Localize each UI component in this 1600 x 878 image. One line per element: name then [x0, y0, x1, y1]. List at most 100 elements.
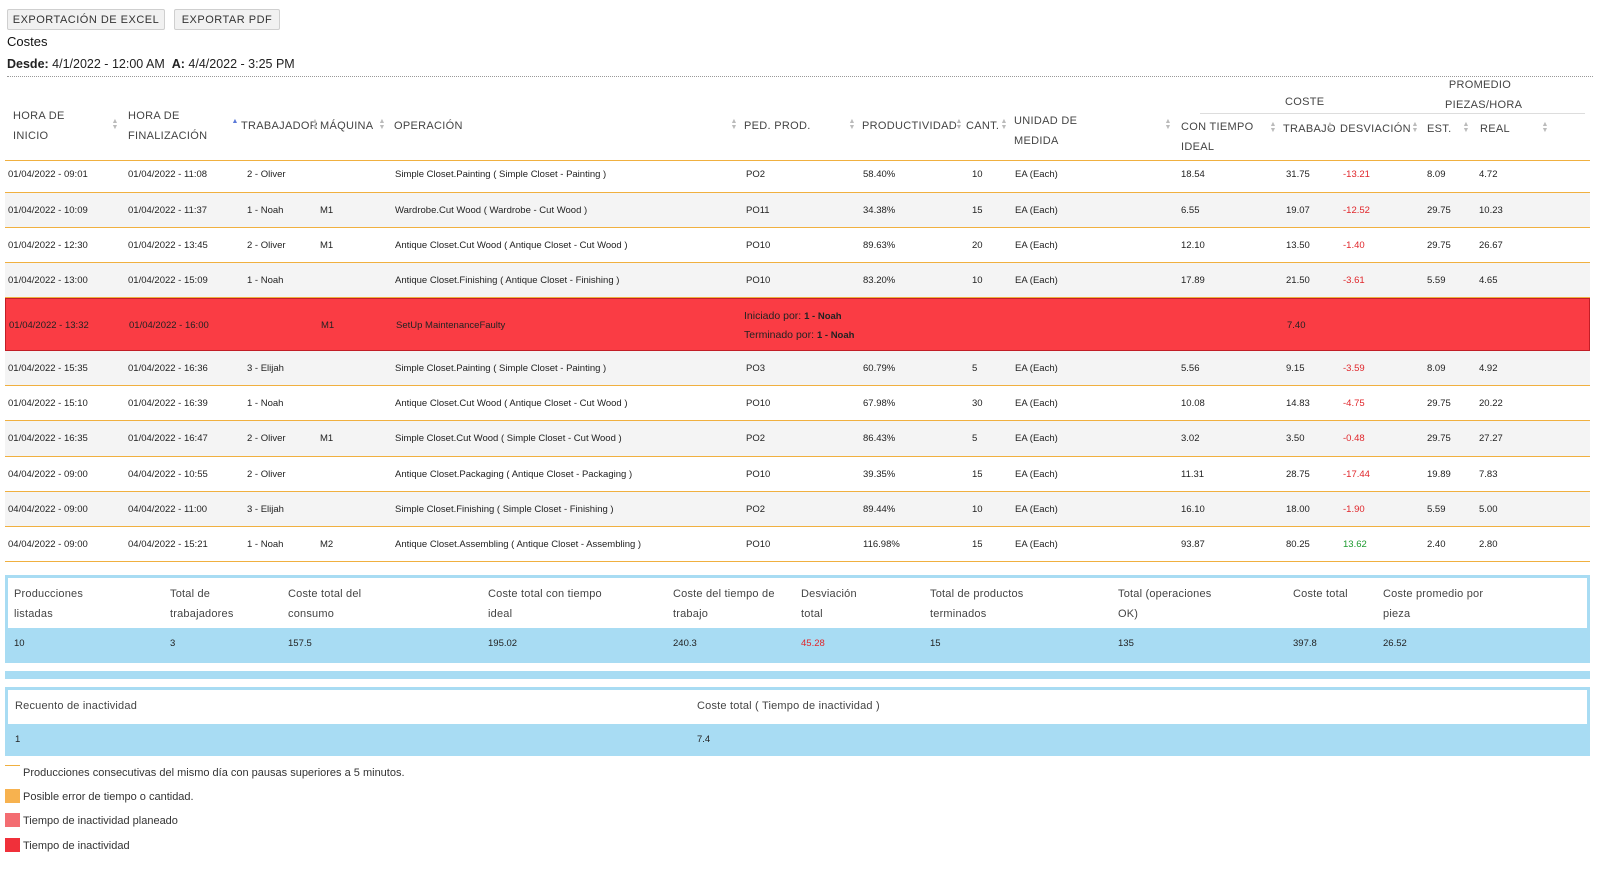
idle-values-band — [8, 724, 1587, 753]
col-est[interactable]: EST. — [1427, 119, 1451, 139]
sort-icon[interactable]: ▲▼ — [231, 118, 239, 131]
cell-operation: Antique Closet.Cut Wood ( Antique Closet… — [395, 398, 628, 409]
sort-icon[interactable]: ▲▼ — [1000, 118, 1008, 131]
summary-header-line-1: Coste total — [1293, 588, 1348, 600]
sort-icon[interactable]: ▲▼ — [955, 118, 963, 131]
summary-header: Total de trabajadores — [170, 584, 234, 624]
cell-start: 01/04/2022 - 16:35 — [8, 433, 88, 444]
col-ideal-label-1: CON TIEMPO — [1181, 121, 1254, 133]
table-row: 01/04/2022 - 13:00 01/04/2022 - 15:09 1 - … — [5, 263, 1590, 298]
cell-order: PO10 — [746, 240, 771, 251]
col-machine[interactable]: MÁQUINA — [320, 116, 373, 136]
cell-qty: 5 — [972, 433, 978, 444]
cell-end: 04/04/2022 - 11:00 — [128, 504, 208, 515]
cell-est: 29.75 — [1427, 240, 1451, 251]
sort-icon[interactable]: ▲▼ — [848, 118, 856, 131]
table-row: 04/04/2022 - 09:00 04/04/2022 - 10:55 2 - … — [5, 457, 1590, 492]
cell-worker: 3 - Elijah — [247, 504, 284, 515]
cell-end: 01/04/2022 - 11:08 — [128, 169, 208, 180]
sort-icon[interactable]: ▲▼ — [311, 118, 319, 131]
cell-end: 01/04/2022 - 13:45 — [128, 240, 208, 251]
cell-deviation: -3.61 — [1343, 275, 1365, 286]
cell-worker: 3 - Elijah — [247, 363, 284, 374]
col-productivity[interactable]: PRODUCTIVIDAD — [862, 116, 957, 136]
finished-by-label: Terminado por: — [744, 329, 815, 341]
cell-work: 80.25 — [1286, 539, 1310, 550]
sort-icon[interactable]: ▲▼ — [378, 118, 386, 131]
cell-ideal: 6.55 — [1181, 205, 1200, 216]
legend-item: Posible error de tiempo o cantidad. — [5, 789, 605, 805]
cell-operation: Simple Closet.Finishing ( Simple Closet … — [395, 504, 614, 515]
date-range: Desde: 4/1/2022 - 12:00 AM A: 4/4/2022 -… — [7, 57, 295, 71]
cell-ideal: 16.10 — [1181, 504, 1205, 515]
col-end[interactable]: HORA DE FINALIZACIÓN — [128, 106, 207, 146]
cell-order: PO2 — [746, 504, 766, 515]
summary-header-line-2: listadas — [14, 608, 53, 620]
col-start-label-2: INICIO — [13, 130, 49, 142]
cell-qty: 5 — [972, 363, 978, 374]
legend-label: Tiempo de inactividad — [23, 840, 130, 852]
export-pdf-button[interactable]: EXPORTAR PDF — [174, 9, 280, 30]
cell-est: 19.89 — [1427, 469, 1451, 480]
sort-icon[interactable]: ▲▼ — [1164, 118, 1172, 131]
cell-est: 29.75 — [1427, 398, 1451, 409]
separator — [7, 76, 1593, 77]
col-start-label-1: HORA DE — [13, 110, 65, 122]
cell-operation: Simple Closet.Painting ( Simple Closet -… — [395, 169, 607, 180]
legend-item: Tiempo de inactividad — [5, 838, 605, 854]
summary-value: 15 — [930, 638, 941, 649]
cell-order: PO11 — [746, 205, 770, 216]
sort-icon[interactable]: ▲▼ — [1541, 121, 1549, 134]
cell-work: 28.75 — [1286, 469, 1310, 480]
sort-icon[interactable]: ▲▼ — [730, 118, 738, 131]
cell-est: 29.75 — [1427, 205, 1451, 216]
cell-order: PO10 — [746, 398, 771, 409]
cell-ideal: 93.87 — [1181, 539, 1205, 550]
col-operation[interactable]: OPERACIÓN — [394, 116, 463, 136]
sort-icon[interactable]: ▲▼ — [1411, 121, 1419, 134]
col-unit-label-2: MEDIDA — [1014, 135, 1059, 147]
sort-icon[interactable]: ▲▼ — [1326, 121, 1334, 134]
cell-qty: 20 — [972, 240, 983, 251]
table-row: 01/04/2022 - 16:35 01/04/2022 - 16:47 2 - … — [5, 421, 1590, 457]
col-start[interactable]: HORA DE INICIO — [13, 106, 65, 146]
export-excel-button[interactable]: EXPORTACIÓN DE EXCEL — [7, 9, 165, 30]
cell-deviation: -4.75 — [1343, 398, 1365, 409]
col-unit[interactable]: UNIDAD DE MEDIDA — [1014, 111, 1077, 151]
from-value: 4/1/2022 - 12:00 AM — [52, 57, 165, 71]
cell-order: PO10 — [746, 469, 771, 480]
col-qty[interactable]: CANT. — [966, 116, 999, 136]
summary-header-line-2: trabajadores — [170, 608, 234, 620]
summary-divider-band — [5, 671, 1590, 679]
summary-value: 195.02 — [488, 638, 518, 649]
col-real[interactable]: REAL — [1480, 119, 1510, 139]
col-ideal[interactable]: CON TIEMPO IDEAL — [1181, 117, 1253, 157]
col-worker[interactable]: TRABAJADOR — [241, 116, 318, 136]
cell-end: 01/04/2022 - 11:37 — [128, 205, 208, 216]
sort-icon[interactable]: ▲▼ — [1269, 121, 1277, 134]
col-deviation[interactable]: DESVIACIÓN — [1340, 119, 1411, 139]
summary-header-line-2: ideal — [488, 608, 513, 620]
cell-real: 2.80 — [1479, 539, 1498, 550]
summary-value: 240.3 — [673, 638, 697, 649]
sort-icon[interactable]: ▲▼ — [1462, 121, 1470, 134]
cell-unit: EA (Each) — [1015, 504, 1058, 515]
cell-work: 13.50 — [1286, 240, 1310, 251]
col-average-label-1: PROMEDIO — [1448, 79, 1512, 91]
col-order[interactable]: PED. PROD. — [744, 116, 811, 136]
cell-deviation: -0.48 — [1343, 433, 1365, 444]
summary-header: Desviación total — [801, 584, 857, 624]
col-group-average: PROMEDIO PIEZAS/HORA — [1445, 75, 1522, 115]
legend-label: Producciones consecutivas del mismo día … — [23, 767, 405, 779]
cell-operation: Antique Closet.Packaging ( Antique Close… — [395, 469, 633, 480]
col-group-cost: COSTE — [1285, 96, 1325, 108]
cell-end: 01/04/2022 - 15:09 — [128, 275, 208, 286]
cell-deviation: -3.59 — [1343, 363, 1365, 374]
cell-productivity: 60.79% — [863, 363, 896, 374]
cell-worker: 2 - Oliver — [247, 469, 286, 480]
cell-work: 14.83 — [1286, 398, 1310, 409]
sort-icon[interactable]: ▲▼ — [111, 118, 119, 131]
cell-order: PO3 — [746, 363, 766, 374]
cell-deviation: -17.44 — [1343, 469, 1370, 480]
cell-operation: Simple Closet.Painting ( Simple Closet -… — [395, 363, 607, 374]
